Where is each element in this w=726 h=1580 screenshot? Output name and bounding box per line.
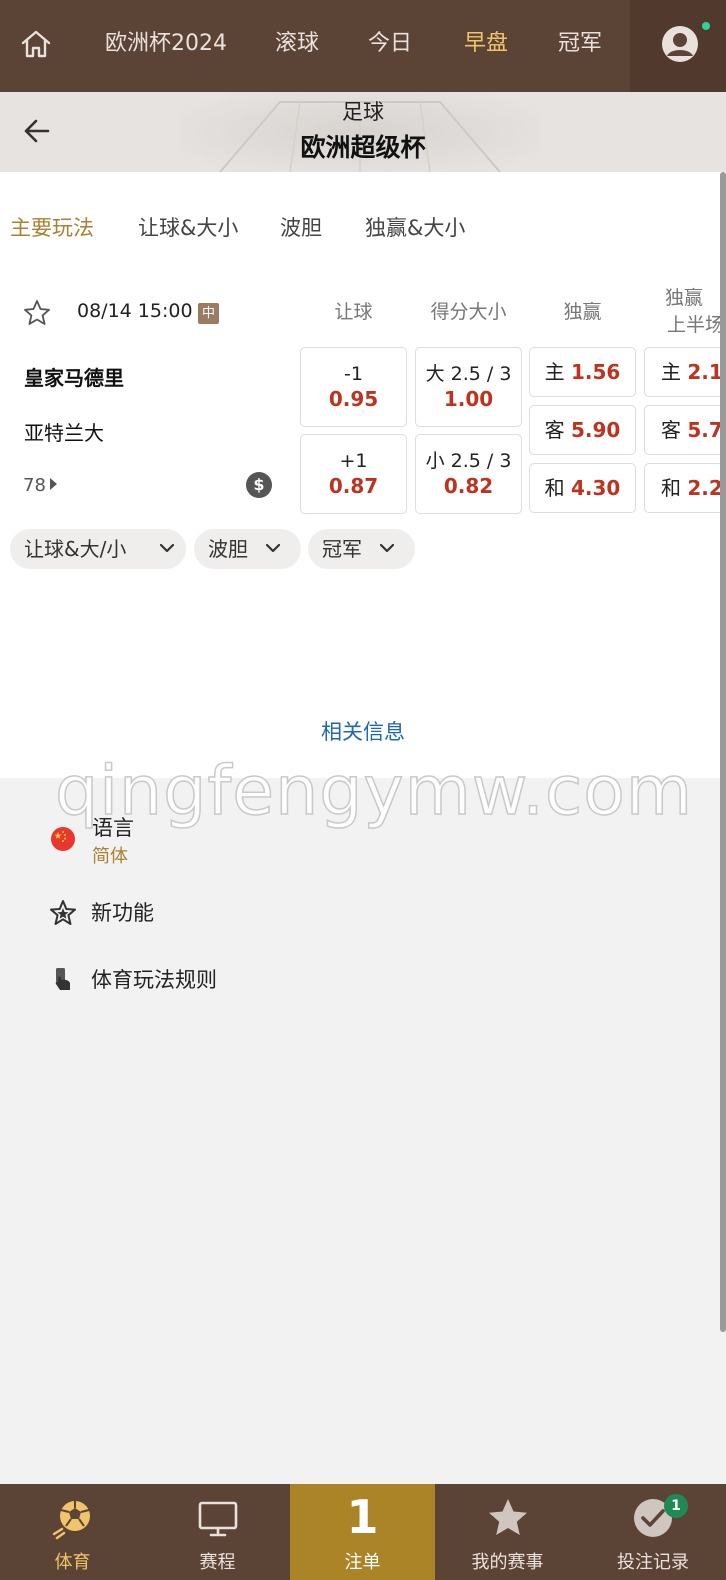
bottom-tab-my-matches[interactable]: 我的赛事	[435, 1484, 580, 1580]
odds-cell-over[interactable]: 大 2.5 / 3 1.00	[415, 347, 522, 427]
league-title: 欧洲超级杯	[300, 133, 426, 162]
soccer-ball-icon	[52, 1501, 90, 1540]
column-header-handicap: 让球	[334, 301, 373, 323]
moneyline-label: 客	[544, 418, 565, 442]
moneyline-odds: 2.2	[687, 476, 723, 500]
moneyline-odds: 1.56	[571, 360, 621, 384]
chevron-down-icon	[160, 543, 174, 553]
related-info-link[interactable]: 相关信息	[0, 716, 726, 746]
totals-odds: 0.82	[443, 474, 494, 498]
bottom-tab-label: 注单	[344, 1552, 381, 1573]
user-area	[630, 0, 726, 92]
settings-sports-rules[interactable]: 体育玩法规则	[91, 964, 217, 994]
odds-cell-handicap-away[interactable]: +1 0.87	[300, 434, 407, 514]
rules-hand-icon	[55, 968, 70, 990]
watermark: qingfengymw.com	[54, 751, 694, 832]
home-team: 皇家马德里	[24, 366, 124, 390]
tab-champion[interactable]: 冠军	[558, 26, 602, 62]
odds-cell-first-half-away[interactable]: 客 5.7	[644, 405, 726, 455]
more-markets-count: 78	[23, 475, 46, 496]
chevron-down-icon	[380, 543, 394, 553]
caret-right-icon	[49, 478, 57, 490]
chevron-down-icon	[266, 543, 280, 553]
bottom-tab-sports[interactable]: 体育	[0, 1484, 145, 1580]
bottom-tab-label: 赛程	[199, 1552, 236, 1573]
odds-cell-moneyline-home[interactable]: 主 1.56	[529, 347, 636, 397]
chip-label: 波胆	[208, 537, 248, 561]
tab-in-play[interactable]: 滚球	[275, 26, 319, 62]
column-header-first-half: 上半场	[667, 314, 725, 336]
odds-cell-handicap-home[interactable]: -1 0.95	[300, 347, 407, 427]
bet-history-badge: 1	[664, 1494, 688, 1518]
odds-cell-under[interactable]: 小 2.5 / 3 0.82	[415, 434, 522, 514]
column-header-moneyline-2: 独赢	[665, 287, 704, 309]
bottom-navigation: 体育 赛程 1 注单 我的赛事 1 投注记录	[0, 1484, 726, 1580]
star-icon	[488, 1499, 527, 1535]
tab-handicap-totals[interactable]: 让球&大小	[138, 212, 238, 242]
match-panel: 主要玩法 让球&大小 波胆 独赢&大小 08/14 15:00 中 让球 得分大…	[0, 172, 726, 778]
match-datetime: 08/14 15:00	[77, 300, 193, 322]
moneyline-label: 客	[661, 418, 681, 442]
handicap-odds: 0.87	[328, 474, 379, 498]
chip-champion[interactable]: 冠军	[308, 529, 415, 569]
bottom-tab-label: 我的赛事	[471, 1552, 544, 1573]
moneyline-odds: 5.7	[687, 418, 723, 442]
totals-line: 大 2.5 / 3	[425, 363, 512, 385]
handicap-line: +1	[339, 450, 368, 472]
moneyline-odds: 2.1	[687, 360, 723, 384]
moneyline-label: 主	[661, 360, 681, 384]
top-navigation: 欧洲杯2024 滚球 今日 早盘 冠军	[0, 0, 726, 92]
tab-moneyline-totals[interactable]: 独赢&大小	[365, 212, 465, 242]
moneyline-label: 和	[661, 476, 681, 500]
sport-title: 足球	[342, 100, 384, 124]
odds-cell-first-half-draw[interactable]: 和 2.2	[644, 463, 726, 513]
page-header: 足球 欧洲超级杯	[0, 92, 726, 172]
bottom-tab-schedule[interactable]: 赛程	[145, 1484, 290, 1580]
bottom-tab-label: 体育	[54, 1552, 91, 1573]
notification-dot	[702, 22, 710, 30]
column-header-moneyline: 独赢	[563, 301, 602, 323]
scrollbar[interactable]	[720, 172, 726, 1332]
column-header-totals: 得分大小	[430, 301, 507, 323]
tab-correct-score[interactable]: 波胆	[280, 212, 322, 242]
tab-today[interactable]: 今日	[368, 26, 412, 62]
user-icon[interactable]	[660, 24, 700, 64]
chip-label: 让球&大/小	[24, 537, 127, 561]
bottom-tab-label: 投注记录	[617, 1552, 689, 1573]
favorite-star-icon[interactable]	[22, 298, 52, 328]
handicap-odds: 0.95	[328, 387, 379, 411]
tab-early-market[interactable]: 早盘	[464, 26, 508, 62]
tab-euro-2024[interactable]: 欧洲杯2024	[105, 26, 227, 62]
tab-main-markets[interactable]: 主要玩法	[10, 212, 94, 242]
moneyline-label: 主	[544, 360, 565, 384]
totals-odds: 1.00	[443, 387, 494, 411]
bottom-tab-bet-slip[interactable]: 1 注单	[290, 1484, 435, 1580]
settings-new-features[interactable]: 新功能	[91, 897, 154, 927]
chip-handicap-totals[interactable]: 让球&大/小	[10, 529, 186, 569]
language-value: 简体	[92, 846, 128, 867]
chip-correct-score[interactable]: 波胆	[194, 529, 301, 569]
moneyline-odds: 4.30	[571, 476, 621, 500]
odds-cell-first-half-home[interactable]: 主 2.1	[644, 347, 726, 397]
chip-label: 冠军	[322, 537, 362, 561]
moneyline-odds: 5.90	[571, 418, 621, 442]
home-icon[interactable]	[18, 26, 54, 62]
totals-line: 小 2.5 / 3	[425, 450, 512, 472]
handicap-line: -1	[344, 363, 363, 385]
odds-cell-moneyline-away[interactable]: 客 5.90	[529, 405, 636, 455]
odds-cell-moneyline-draw[interactable]: 和 4.30	[529, 463, 636, 513]
bottom-tab-bet-history[interactable]: 1 投注记录	[580, 1484, 726, 1580]
new-feature-star-icon	[50, 900, 76, 925]
more-markets-link[interactable]: 78	[23, 475, 57, 496]
cash-out-icon[interactable]: $	[246, 472, 272, 498]
away-team: 亚特兰大	[24, 421, 104, 445]
moneyline-label: 和	[544, 476, 565, 500]
monitor-icon	[198, 1501, 237, 1537]
bet-slip-count: 1	[346, 1490, 379, 1544]
live-tag: 中	[198, 303, 219, 324]
